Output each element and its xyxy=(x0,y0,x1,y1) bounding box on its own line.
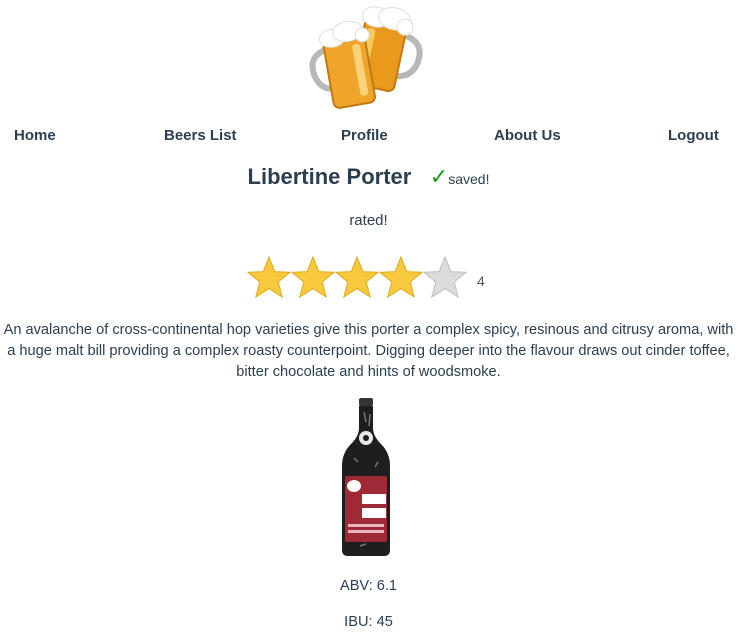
beer-bottle-icon xyxy=(342,398,390,556)
star-filled-icon[interactable] xyxy=(246,255,292,301)
beer-description: An avalanche of cross-continental hop va… xyxy=(3,322,734,380)
abv-value: ABV: 6.1 xyxy=(339,578,398,594)
nav-home-link[interactable]: Home xyxy=(14,127,56,144)
main-nav: Home Beers List Profile About Us Logout xyxy=(0,127,737,149)
nav-profile-link[interactable]: Profile xyxy=(341,127,388,144)
ibu-value: IBU: 45 xyxy=(344,614,393,630)
star-filled-icon[interactable] xyxy=(334,255,380,301)
check-icon: ✓ xyxy=(429,164,449,189)
star-filled-icon[interactable] xyxy=(378,255,424,301)
nav-about-us-link[interactable]: About Us xyxy=(494,127,561,144)
rated-status: rated! xyxy=(349,212,388,229)
star-empty-icon[interactable] xyxy=(422,255,468,301)
beer-title-row: Libertine Porter ✓saved! xyxy=(0,164,737,190)
star-filled-icon[interactable] xyxy=(290,255,336,301)
beer-mugs-icon xyxy=(309,6,423,109)
beer-name: Libertine Porter xyxy=(247,164,412,189)
nav-logout-link[interactable]: Logout xyxy=(668,127,719,144)
saved-status: saved! xyxy=(448,171,490,187)
rating-value: 4 xyxy=(477,273,485,289)
nav-beers-list-link[interactable]: Beers List xyxy=(164,127,237,144)
